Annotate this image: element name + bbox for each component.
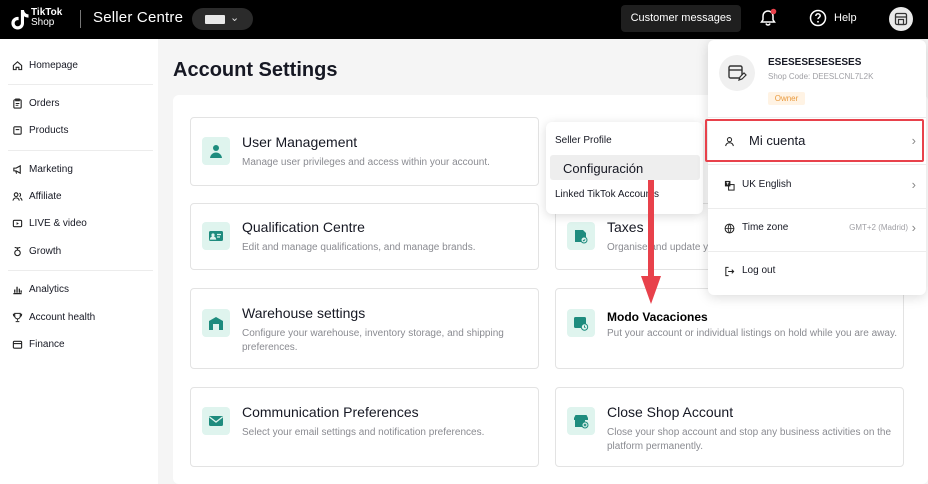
account-dropdown: ESESESESESESES Shop Code: DEESLCNL7L2K O…: [708, 40, 926, 295]
chevron-right-icon: ›: [911, 177, 916, 192]
tiktok-shop-logo-text: TikTok Shop: [31, 7, 63, 28]
vacation-icon-box: [567, 309, 595, 337]
menu-item-seller-profile[interactable]: Seller Profile: [555, 135, 612, 146]
shop-avatar: [719, 55, 755, 91]
chevron-right-icon: ›: [911, 220, 916, 235]
globe-icon: [724, 223, 735, 234]
card-close-shop-account[interactable]: Close Shop Account Close your shop accou…: [555, 387, 904, 467]
shop-region-selector[interactable]: ⌄: [192, 8, 253, 30]
bar-chart-icon: [13, 286, 22, 294]
brand-title: Seller Centre: [93, 9, 184, 26]
mail-icon-box: [202, 407, 230, 435]
card-user-management[interactable]: User Management Manage user privileges a…: [190, 117, 539, 186]
sidebar-item-homepage[interactable]: Homepage: [12, 56, 78, 74]
logout-icon: [725, 266, 735, 277]
region-flag-icon: [205, 15, 225, 24]
timezone-value: GMT+2 (Madrid): [849, 223, 908, 232]
shop-name: ESESESESESESES: [768, 57, 862, 68]
card-description: Manage user privileges and access within…: [242, 157, 490, 168]
card-description: Configure your warehouse, inventory stor…: [242, 328, 504, 353]
sidebar-item-marketing[interactable]: Marketing: [12, 160, 73, 178]
chevron-down-icon: ⌄: [230, 12, 240, 24]
sidebar: Homepage Orders Products Marketing Affil…: [0, 39, 158, 484]
menu-item-configuracion[interactable]: Configuración: [563, 161, 643, 176]
wallet-icon: [12, 340, 23, 349]
store-pause-icon: [574, 317, 589, 331]
help-circle-icon[interactable]: [809, 9, 827, 27]
sidebar-item-growth[interactable]: Growth: [12, 242, 61, 260]
sidebar-divider: [8, 270, 153, 271]
box-icon: [13, 125, 22, 135]
owner-badge: Owner: [768, 92, 805, 105]
shop-code: Shop Code: DEESLCNL7L2K: [768, 72, 874, 81]
megaphone-icon: [13, 164, 21, 174]
warehouse-icon: [209, 317, 223, 330]
card-warehouse-settings[interactable]: Warehouse settings Configure your wareho…: [190, 288, 539, 369]
card-title: Communication Preferences: [242, 404, 419, 420]
settings-dropdown-menu: Seller Profile Configuración Linked TikT…: [546, 122, 703, 214]
home-icon: [12, 60, 23, 70]
help-link[interactable]: Help: [834, 12, 857, 24]
user-icon-box: [202, 137, 230, 165]
card-title: User Management: [242, 134, 358, 150]
user-icon: [210, 145, 222, 158]
translate-icon: [724, 180, 735, 191]
store-edit-icon: [728, 65, 747, 81]
card-description: Put your account or individual listings …: [607, 328, 897, 339]
store-icon: [894, 12, 908, 26]
annotation-label: Modo Vacaciones: [607, 310, 710, 324]
card-title: Qualification Centre: [242, 219, 365, 235]
highlight-box: [705, 119, 924, 162]
card-qualification-centre[interactable]: Qualification Centre Edit and manage qua…: [190, 203, 539, 270]
top-bar: TikTok Shop Seller Centre ⌄ Customer mes…: [0, 0, 928, 39]
sidebar-divider: [8, 150, 153, 151]
card-title: Warehouse settings: [242, 305, 366, 321]
card-title: Taxes: [607, 219, 644, 235]
account-store-button[interactable]: [889, 7, 913, 31]
logo-divider: [80, 10, 81, 28]
sidebar-item-analytics[interactable]: Analytics: [12, 280, 69, 298]
notification-bell-icon[interactable]: [758, 8, 778, 28]
sidebar-item-live-video[interactable]: LIVE & video: [12, 214, 87, 232]
mail-icon: [209, 416, 223, 426]
sidebar-item-products[interactable]: Products: [12, 121, 68, 139]
shop-close-icon: [574, 415, 589, 429]
logout-label: Log out: [742, 265, 776, 276]
clipboard-icon: [13, 97, 22, 109]
tax-icon-box: [567, 222, 595, 250]
people-icon: [12, 191, 23, 201]
id-card-icon-box: [202, 222, 230, 250]
card-title: Close Shop Account: [607, 404, 734, 420]
card-communication-preferences[interactable]: Communication Preferences Select your em…: [190, 387, 539, 467]
timezone-item[interactable]: Time zone GMT+2 (Madrid) ›: [708, 209, 926, 249]
video-icon: [12, 219, 23, 227]
language-label: UK English: [742, 179, 792, 190]
page-title: Account Settings: [173, 59, 338, 81]
card-description: Select your email settings and notificat…: [242, 427, 485, 438]
logout-item[interactable]: Log out: [708, 252, 926, 292]
timezone-label: Time zone: [742, 222, 789, 233]
sidebar-item-orders[interactable]: Orders: [12, 94, 60, 112]
card-description: Edit and manage qualifications, and mana…: [242, 242, 476, 253]
close-shop-icon-box: [567, 407, 595, 435]
card-description: Close your shop account and stop any bus…: [607, 427, 892, 452]
sidebar-item-affiliate[interactable]: Affiliate: [12, 187, 62, 205]
id-card-icon: [209, 231, 223, 241]
sprout-icon: [14, 246, 21, 256]
tax-document-icon: [575, 230, 588, 244]
trophy-icon: [12, 312, 23, 322]
customer-messages-button[interactable]: Customer messages: [621, 5, 741, 32]
card-vacation-mode[interactable]: Put your account or individual listings …: [555, 288, 904, 369]
sidebar-item-finance[interactable]: Finance: [12, 335, 65, 353]
tiktok-logo-icon[interactable]: [10, 9, 30, 31]
account-divider: [708, 117, 926, 118]
warehouse-icon-box: [202, 309, 230, 337]
sidebar-item-account-health[interactable]: Account health: [12, 308, 95, 326]
language-item[interactable]: UK English ›: [708, 166, 926, 206]
sidebar-divider: [8, 84, 153, 85]
account-divider: [708, 164, 926, 165]
annotation-arrow-icon: [641, 180, 661, 304]
